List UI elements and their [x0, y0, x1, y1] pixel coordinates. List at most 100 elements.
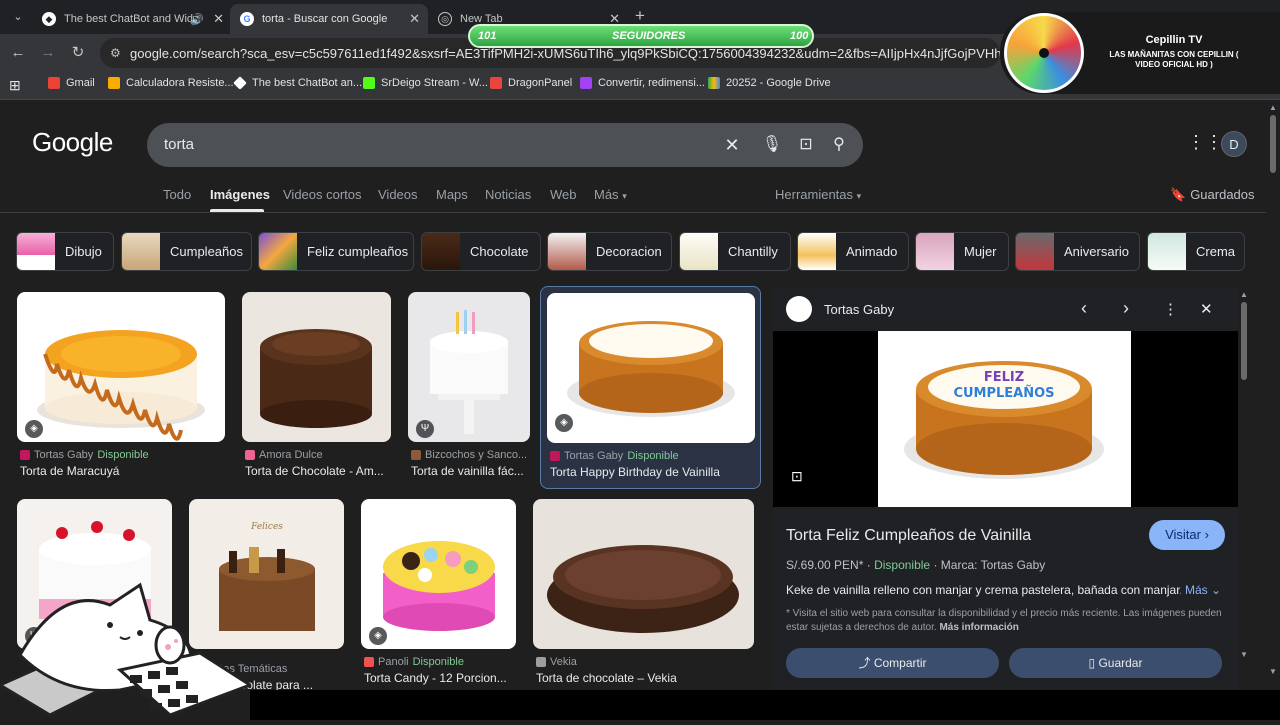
tab-noticias[interactable]: Noticias: [485, 187, 531, 202]
back-arrow-icon[interactable]: ←: [8, 43, 28, 63]
result-image[interactable]: [242, 292, 391, 442]
more-info-link[interactable]: Más información: [939, 622, 1018, 633]
scroll-up-icon[interactable]: ▲: [1269, 103, 1277, 112]
page-scrollbar[interactable]: ▲ ▼: [1266, 101, 1280, 690]
chip-decoracion[interactable]: Decoracion: [547, 232, 672, 271]
tab-search-chevron-icon[interactable]: ⌄: [8, 7, 28, 27]
bookmark-label: The best ChatBot an...: [252, 77, 363, 89]
bookmark-gmail[interactable]: Gmail: [48, 77, 95, 89]
tab-google-search[interactable]: G torta - Buscar con Google ✕: [230, 4, 428, 34]
saved-button[interactable]: 🔖 Guardados: [1170, 187, 1255, 203]
scroll-down-icon[interactable]: ▼: [1269, 667, 1277, 676]
clear-icon[interactable]: ✕: [721, 134, 743, 156]
lens-icon[interactable]: ⊡: [795, 134, 817, 156]
chip-feliz-cumpleanos[interactable]: Feliz cumpleaños: [258, 232, 414, 271]
tab-imagenes[interactable]: Imágenes: [210, 187, 270, 202]
bookmark-label: 20252 - Google Drive: [726, 77, 831, 89]
bookmark-convertir[interactable]: Convertir, redimensi...: [580, 77, 705, 89]
chevron-left-icon[interactable]: ‹: [1081, 298, 1087, 319]
panel-source[interactable]: Tortas Gaby: [824, 302, 894, 317]
visit-button[interactable]: Visitar ›: [1149, 520, 1225, 550]
source-name: Tortas Gaby: [34, 449, 94, 461]
speaker-icon[interactable]: 🔊: [190, 13, 204, 26]
panel-title[interactable]: Torta Feliz Cumpleaños de Vainilla: [786, 527, 1031, 545]
close-icon[interactable]: ✕: [213, 11, 224, 27]
bookmark-chatbot[interactable]: The best ChatBot an...: [233, 76, 363, 90]
result-image[interactable]: [533, 499, 754, 649]
lens-icon[interactable]: ⊡: [791, 468, 811, 488]
save-button[interactable]: ▯ Guardar: [1009, 648, 1222, 678]
google-logo[interactable]: Google: [32, 127, 113, 158]
image-result[interactable]: ◈ Panoli Disponible Torta Candy - 12 Porc…: [361, 499, 517, 689]
tab-videos[interactable]: Videos: [378, 187, 418, 202]
result-image[interactable]: [547, 293, 755, 443]
scroll-up-icon[interactable]: ▲: [1240, 290, 1248, 299]
image-result[interactable]: Amora Dulce Torta de Chocolate - Am...: [242, 292, 392, 482]
dragon-icon: [490, 77, 502, 89]
scroll-thumb[interactable]: [1270, 115, 1276, 173]
bookmark-calculadora[interactable]: Calculadora Resiste...: [108, 77, 234, 89]
source-favicon: [20, 450, 30, 460]
scroll-down-icon[interactable]: ▼: [1240, 650, 1248, 659]
search-box[interactable]: torta ✕ 🎙 ⊡ ⚲: [147, 123, 863, 167]
share-button[interactable]: ⤴ Compartir: [786, 648, 999, 678]
scroll-thumb[interactable]: [1241, 302, 1247, 380]
description: Keke de vainilla relleno con manjar y cr…: [786, 583, 1181, 597]
tab-web[interactable]: Web: [550, 187, 577, 202]
source-favicon: [364, 657, 374, 667]
result-title[interactable]: Torta Candy - 12 Porcion...: [364, 671, 517, 685]
microphone-icon[interactable]: 🎙: [761, 134, 783, 156]
new-tab-plus-icon[interactable]: +: [630, 6, 650, 26]
apps-grid-icon[interactable]: ⊞: [9, 77, 21, 94]
chip-cumpleanos[interactable]: Cumpleaños: [121, 232, 252, 271]
chip-thumbnail: [422, 233, 460, 270]
close-icon[interactable]: ✕: [409, 11, 420, 27]
forward-arrow-icon[interactable]: →: [38, 43, 58, 63]
close-icon[interactable]: ✕: [1200, 300, 1213, 318]
chip-thumbnail: [17, 233, 55, 270]
preview-image-area[interactable]: FELIZ CUMPLEAÑOS ⊡: [773, 331, 1238, 507]
bookmark-dragonpanel[interactable]: DragonPanel: [490, 77, 572, 89]
image-result[interactable]: Vekia Torta de chocolate – Vekia: [533, 499, 755, 689]
search-input[interactable]: torta: [164, 136, 194, 153]
followers-goal: 100: [790, 30, 809, 42]
more-button[interactable]: Más ⌄: [1185, 583, 1221, 597]
tab-maps[interactable]: Maps: [436, 187, 468, 202]
chip-animado[interactable]: Animado: [797, 232, 909, 271]
site-info-icon[interactable]: ⚙: [110, 46, 121, 60]
bookmark-kick[interactable]: SrDeigo Stream - W...: [363, 77, 488, 89]
result-title[interactable]: Torta de vainilla fác...: [411, 464, 531, 478]
chip-label: Chantilly: [728, 244, 778, 259]
bookmark-drive[interactable]: 20252 - Google Drive: [708, 77, 831, 89]
tab-todo[interactable]: Todo: [163, 187, 191, 202]
search-icon[interactable]: ⚲: [828, 134, 850, 156]
result-title[interactable]: Torta de Maracuyá: [20, 464, 225, 478]
chip-crema[interactable]: Crema: [1147, 232, 1245, 271]
chip-dibujo[interactable]: Dibujo: [16, 232, 114, 271]
chevron-right-icon[interactable]: ›: [1123, 298, 1129, 319]
image-result[interactable]: Ψ Bizcochos y Sanco... Torta de vainilla…: [408, 292, 531, 482]
tab-videos-cortos[interactable]: Videos cortos: [283, 187, 362, 202]
result-title[interactable]: Torta de Chocolate - Am...: [245, 464, 392, 478]
chip-mujer[interactable]: Mujer: [915, 232, 1009, 271]
apps-grid-icon[interactable]: ⋮⋮: [1187, 132, 1223, 152]
panel-scrollbar[interactable]: ▲ ▼: [1238, 290, 1250, 662]
tab-chatbot[interactable]: ◆ The best ChatBot and Widg 🔊 ✕: [32, 4, 232, 34]
image-result[interactable]: ◈ Tortas Gaby Disponible Torta de Maracuy…: [17, 292, 226, 482]
result-image[interactable]: [17, 292, 225, 442]
more-vert-icon[interactable]: ⋮: [1163, 300, 1178, 318]
result-title[interactable]: Torta Happy Birthday de Vainilla: [550, 465, 755, 479]
image-result-selected[interactable]: ◈ Tortas Gaby Disponible Torta Happy Birt…: [540, 286, 761, 489]
reload-icon[interactable]: ↻: [68, 43, 88, 63]
tab-mas[interactable]: Más ▾: [594, 187, 627, 202]
result-image[interactable]: [361, 499, 516, 649]
chip-chantilly[interactable]: Chantilly: [679, 232, 791, 271]
bookmark-label: DragonPanel: [508, 77, 573, 89]
product-tag-icon: ◈: [555, 414, 573, 432]
result-title[interactable]: Torta de chocolate – Vekia: [536, 671, 754, 685]
chip-aniversario[interactable]: Aniversario: [1015, 232, 1140, 271]
avatar[interactable]: D: [1221, 131, 1247, 157]
chip-chocolate[interactable]: Chocolate: [421, 232, 541, 271]
chip-thumbnail: [548, 233, 586, 270]
tools-button[interactable]: Herramientas ▾: [775, 187, 861, 202]
